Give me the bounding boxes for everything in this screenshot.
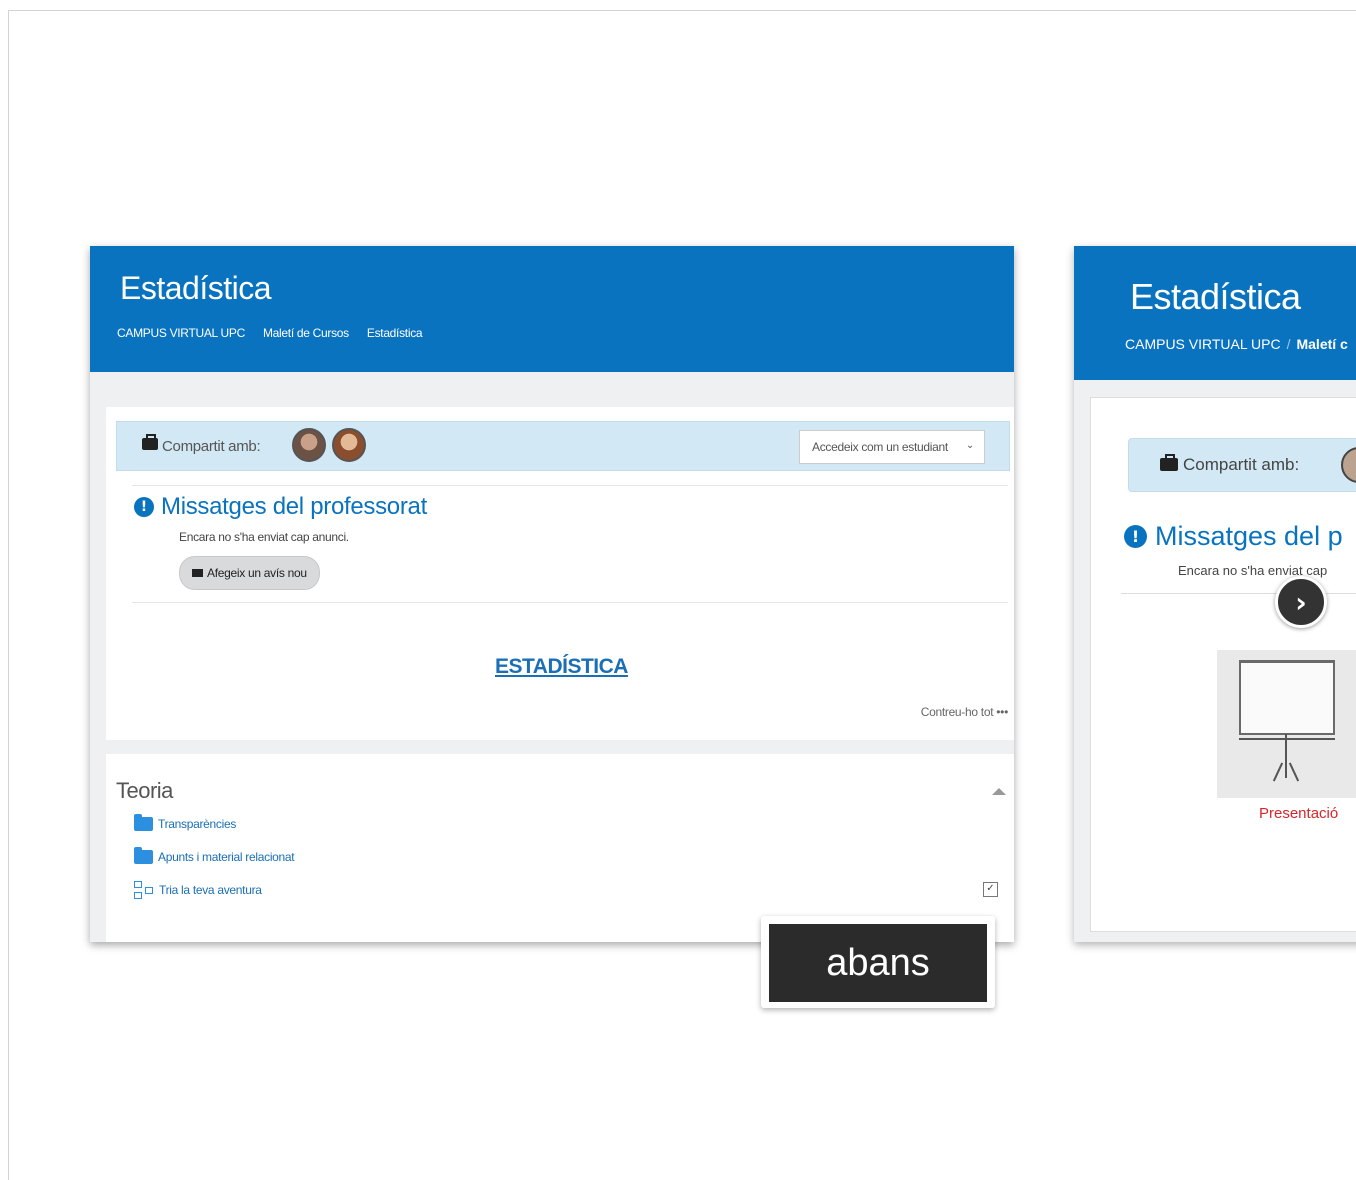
breadcrumb: CAMPUS VIRTUAL UPC / Maletí c (1125, 336, 1348, 352)
before-screenshot: Estadística CAMPUS VIRTUAL UPC Maletí de… (90, 246, 1014, 942)
before-badge: abans (761, 916, 995, 1008)
completion-checkbox-icon[interactable]: ✓ (983, 882, 998, 897)
avatar[interactable] (292, 428, 326, 462)
next-slide-icon[interactable]: › (1275, 576, 1327, 628)
exclamation-icon: ! (134, 497, 154, 517)
breadcrumb-item[interactable]: Estadística (367, 326, 423, 340)
resource-label: Tria la teva aventura (159, 883, 262, 897)
collapse-section-icon[interactable] (992, 788, 1006, 795)
course-title: Estadística (120, 270, 272, 306)
presentation-image[interactable] (1217, 650, 1356, 798)
course-main-card: Compartit amb: ! Missatges del p Encara … (1090, 397, 1356, 932)
briefcase-icon (142, 434, 158, 450)
shared-with-bar: Compartit amb: Accedeix com un estudiant… (116, 421, 1010, 471)
breadcrumb-separator: / (1286, 336, 1291, 352)
exclamation-icon: ! (1124, 525, 1147, 548)
shared-with-label: Compartit amb: (1183, 455, 1300, 474)
ellipsis-icon: ••• (996, 705, 1008, 719)
before-badge-label: abans (769, 924, 987, 1002)
resource-item[interactable]: Tria la teva aventura (134, 880, 262, 900)
no-announcements-text: Encara no s'ha enviat cap anunci. (179, 530, 349, 544)
messages-heading-text[interactable]: Missatges del professorat (161, 493, 427, 521)
resource-item[interactable]: Transparències (134, 814, 237, 831)
folder-icon (134, 847, 153, 864)
divider (132, 485, 1008, 486)
collapse-all-link[interactable]: Contreu-ho tot ••• (920, 705, 1009, 719)
add-notice-button[interactable]: Afegeix un avís nou (179, 556, 320, 590)
resource-label: Transparències (158, 817, 237, 831)
briefcase-icon (1160, 454, 1178, 471)
course-main-card: Compartit amb: Accedeix com un estudiant… (106, 407, 1014, 740)
folder-icon (134, 814, 153, 831)
adventure-icon (134, 880, 154, 900)
avatar[interactable] (1341, 447, 1356, 483)
section-title: Teoria (116, 778, 173, 803)
shared-with-label: Compartit amb: (162, 438, 261, 455)
course-title: Estadística (1130, 276, 1301, 317)
breadcrumb: CAMPUS VIRTUAL UPC Maletí de Cursos Esta… (117, 326, 423, 340)
shared-with-bar: Compartit amb: (1128, 438, 1356, 492)
resource-label: Apunts i material relacionat (158, 850, 295, 864)
course-header: Estadística CAMPUS VIRTUAL UPC / Maletí c (1074, 246, 1356, 380)
course-header: Estadística CAMPUS VIRTUAL UPC Maletí de… (90, 246, 1014, 372)
chevron-down-icon: ⌄ (965, 440, 974, 451)
avatar[interactable] (332, 428, 366, 462)
breadcrumb-item[interactable]: Maletí de Cursos (263, 326, 349, 340)
breadcrumb-item[interactable]: CAMPUS VIRTUAL UPC (117, 326, 245, 340)
breadcrumb-item[interactable]: CAMPUS VIRTUAL UPC (1125, 336, 1281, 352)
divider (132, 602, 1008, 603)
slideshow-frame: Estadística CAMPUS VIRTUAL UPC Maletí de… (8, 10, 1356, 1180)
view-as-select-value: Accedeix com un estudiant (812, 440, 948, 454)
add-notice-label: Afegeix un avís nou (207, 566, 307, 580)
envelope-icon (192, 569, 203, 577)
collapse-all-label: Contreu-ho tot (920, 705, 994, 719)
course-link[interactable]: ESTADÍSTICA (495, 655, 628, 679)
messages-heading: ! Missatges del professorat (134, 493, 427, 521)
view-as-select[interactable]: Accedeix com un estudiant ⌄ (799, 430, 985, 464)
messages-heading-text[interactable]: Missatges del p (1155, 521, 1343, 552)
breadcrumb-item[interactable]: Maletí c (1296, 336, 1347, 352)
section-teoria: Teoria Transparències Apunts i material … (106, 754, 1014, 942)
resource-item[interactable]: Apunts i material relacionat (134, 847, 295, 864)
presentation-label[interactable]: Presentació (1259, 805, 1338, 822)
messages-heading: ! Missatges del p (1124, 521, 1343, 552)
